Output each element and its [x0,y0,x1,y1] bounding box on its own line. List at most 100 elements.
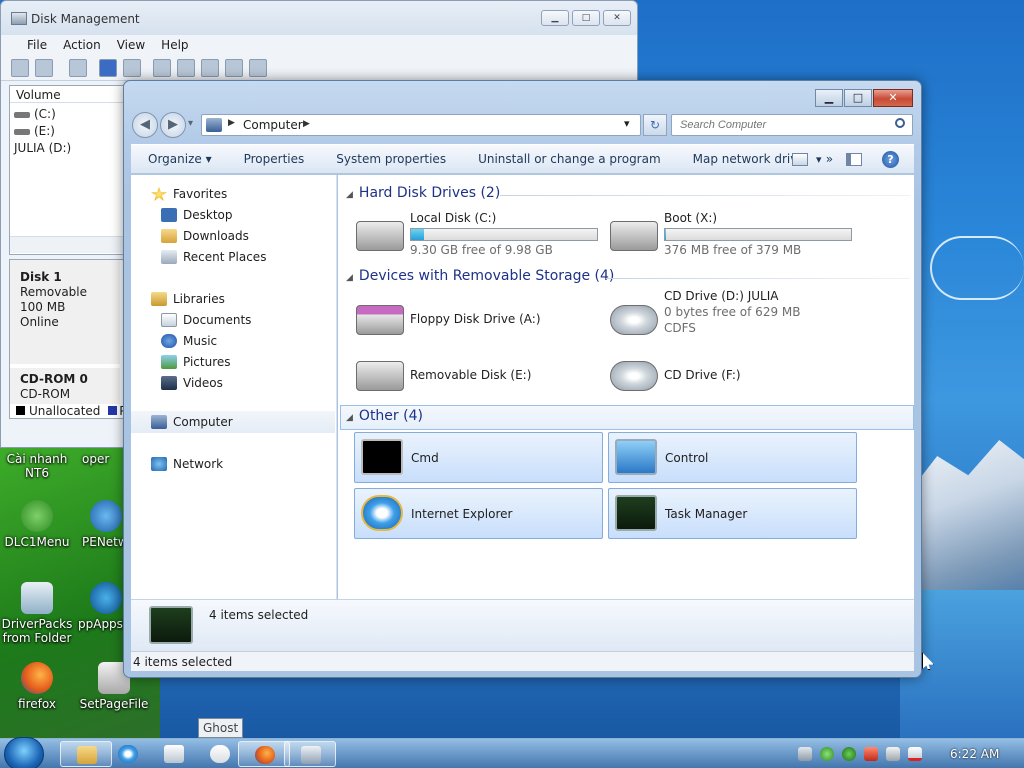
back-button[interactable]: ◀ [132,112,158,138]
address-dropdown[interactable]: ▾ [624,117,630,130]
search-input[interactable] [671,114,913,136]
more-commands-button[interactable]: » [820,152,848,166]
desktop-icon-cai-nhanh[interactable]: Cài nhanh NT6 [0,452,74,480]
hard-drive-icon [610,221,658,251]
group-other[interactable]: ◢ Other (4) [346,408,423,424]
menu-view[interactable]: View [109,35,153,55]
tray-drive-icon[interactable] [798,747,812,761]
help-book-icon[interactable] [99,59,117,77]
change-view-icon[interactable] [792,153,808,166]
recent-pages-dropdown[interactable]: ▾ [188,118,193,129]
nav-label: Videos [183,376,223,390]
organize-button[interactable]: Organize ▾ [131,152,227,166]
back-arrow-icon[interactable] [11,59,29,77]
volume-column-header[interactable]: Volume [10,86,126,103]
taskbar-network[interactable] [148,741,200,767]
forward-arrow-icon[interactable] [35,59,53,77]
breadcrumb-separator[interactable]: ▶ [228,118,235,128]
menu-file[interactable]: File [19,35,55,55]
address-bar[interactable]: ▶ Computer ▶ ▾ [201,114,641,136]
volume-row[interactable]: (E:) [14,123,122,140]
tray-tool-icon[interactable] [864,747,878,761]
refresh-button[interactable]: ↻ [643,114,667,136]
properties-button[interactable]: Properties [227,152,320,166]
menu-action[interactable]: Action [55,35,109,55]
close-button[interactable]: ✕ [873,89,913,107]
desktop-icon-dlc1menu[interactable]: DLC1Menu [0,500,74,549]
group-title: Hard Disk Drives (2) [358,185,501,201]
open-folder-icon[interactable] [201,59,219,77]
minimize-button[interactable]: ▁ [541,10,569,26]
cdrom-panel[interactable]: CD-ROM 0 CD-ROM [10,368,120,404]
menu-help[interactable]: Help [153,35,196,55]
group-removable-storage[interactable]: ◢ Devices with Removable Storage (4) [346,268,614,284]
maximize-button[interactable]: □ [844,89,872,107]
clock[interactable]: 6:22 AM [950,747,999,761]
desktop-icon-oper[interactable]: oper [82,452,124,466]
nav-computer[interactable]: Computer [151,415,233,429]
tray-volume-muted-icon[interactable] [908,747,922,761]
desktop-icon-driverpacks[interactable]: DriverPacks from Folder [0,582,74,645]
nav-network[interactable]: Network [151,457,223,471]
uninstall-program-button[interactable]: Uninstall or change a program [461,152,676,166]
drive-removable-e[interactable]: Removable Disk (E:) [356,351,596,401]
music-note-icon [161,334,177,348]
network-icon [164,745,184,763]
explore-icon[interactable] [225,59,243,77]
properties-icon[interactable] [123,59,141,77]
group-divider [500,195,910,196]
nav-videos[interactable]: Videos [161,376,223,390]
tile-internet-explorer[interactable]: Internet Explorer [354,488,603,539]
nav-pictures[interactable]: Pictures [161,355,231,369]
nav-label: Network [173,457,224,471]
tray-play-icon[interactable] [842,747,856,761]
close-button[interactable]: ✕ [603,10,631,26]
disk-management-titlebar[interactable]: Disk Management ▁ □ ✕ [1,1,637,35]
desktop-icon-penetw[interactable]: PENetw [82,500,128,549]
taskbar-firefox[interactable] [238,741,290,767]
nav-favorites[interactable]: Favorites [151,187,227,201]
volume-row[interactable]: (C:) [14,106,122,123]
nav-desktop[interactable]: Desktop [161,208,233,222]
nav-libraries[interactable]: Libraries [151,292,225,306]
desktop-icon-ppapps[interactable]: ppAppsi [78,582,126,631]
drive-floppy-a[interactable]: Floppy Disk Drive (A:) [356,295,596,345]
drive-cd-d-julia[interactable]: CD Drive (D:) JULIA 0 bytes free of 629 … [610,289,850,345]
rescan-icon[interactable] [177,59,195,77]
group-hard-disk-drives[interactable]: ◢ Hard Disk Drives (2) [346,185,500,201]
search-icon[interactable] [895,118,905,128]
tray-security-icon[interactable] [820,747,834,761]
taskbar-internet-explorer[interactable] [102,741,154,767]
volume-label: JULIA (D:) [14,141,72,155]
breadcrumb-separator[interactable]: ▶ [303,119,310,129]
drive-cd-f[interactable]: CD Drive (F:) [610,351,850,401]
horizontal-scrollbar[interactable] [10,236,126,253]
unallocated-swatch [16,406,25,415]
breadcrumb-computer[interactable]: Computer [243,118,303,132]
system-properties-button[interactable]: System properties [319,152,461,166]
tile-task-manager[interactable]: Task Manager [608,488,857,539]
minimize-button[interactable]: ▁ [815,89,843,107]
refresh-icon[interactable] [153,59,171,77]
help-icon[interactable]: ? [882,151,899,168]
disk-properties-icon[interactable] [249,59,267,77]
nav-recent-places[interactable]: Recent Places [161,250,266,264]
tile-cmd[interactable]: Cmd [354,432,603,483]
nav-downloads[interactable]: Downloads [161,229,249,243]
disk1-panel[interactable]: Disk 1 Removable 100 MB Online [10,260,120,364]
preview-pane-icon[interactable] [846,153,862,166]
forward-button[interactable]: ▶ [160,112,186,138]
console-tree-icon[interactable] [69,59,87,77]
tile-control[interactable]: Control [608,432,857,483]
view-options-dropdown[interactable]: ▾ [816,153,822,166]
drive-boot-x[interactable]: Boot (X:) 376 MB free of 379 MB [610,211,852,261]
nav-music[interactable]: Music [161,334,217,348]
tray-monitor-icon[interactable] [886,747,900,761]
desktop-icon-firefox[interactable]: firefox [0,662,74,711]
maximize-button[interactable]: □ [572,10,600,26]
start-button[interactable] [4,737,44,768]
nav-documents[interactable]: Documents [161,313,251,327]
drive-local-disk-c[interactable]: Local Disk (C:) 9.30 GB free of 9.98 GB [356,211,598,261]
taskbar-disk-management[interactable] [284,741,336,767]
volume-row[interactable]: JULIA (D:) [14,140,122,157]
